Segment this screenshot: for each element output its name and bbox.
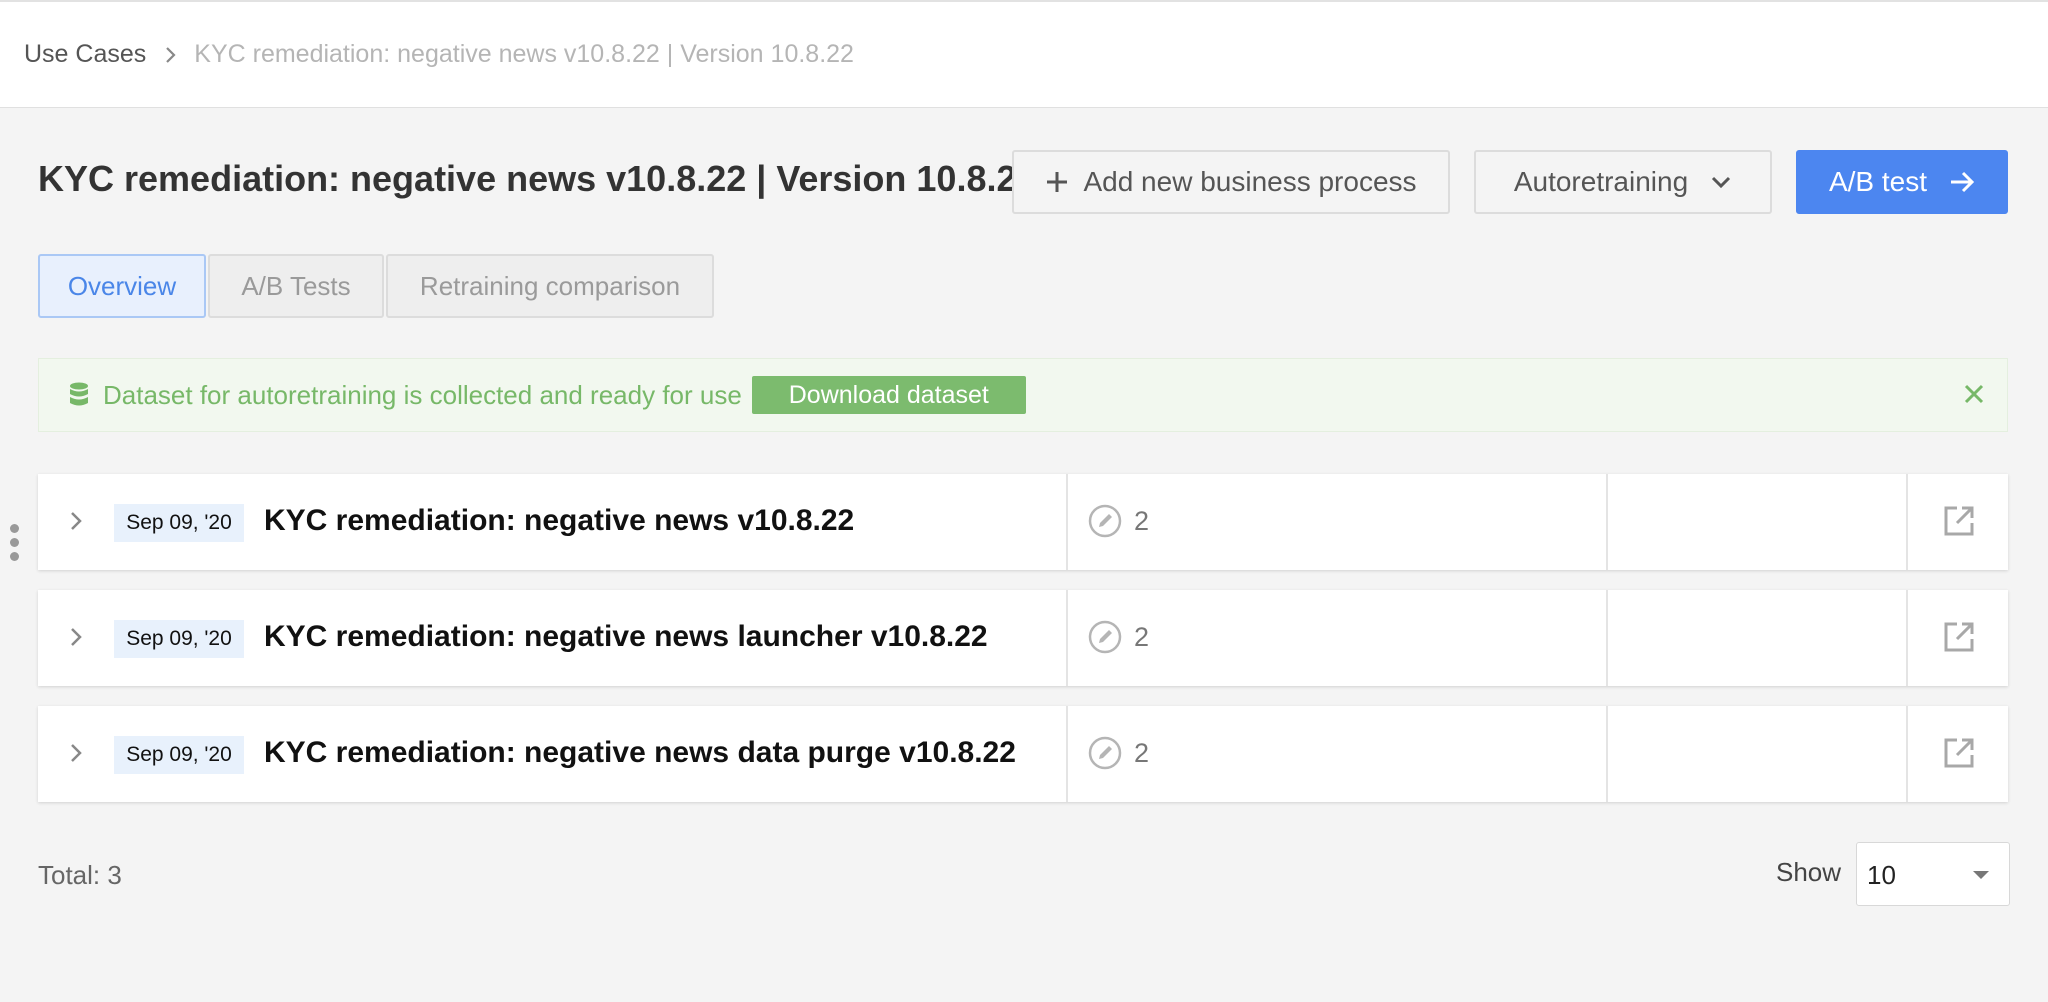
page-size-select[interactable]: 10 (1856, 842, 2010, 906)
row-date-badge: Sep 09, '20 (114, 620, 244, 658)
tab-bar: Overview A/B Tests Retraining comparison (38, 254, 716, 318)
edit-pencil-icon (1088, 504, 1122, 538)
column-divider (1606, 474, 1608, 570)
table-row: Sep 09, '20 KYC remediation: negative ne… (38, 590, 2008, 686)
column-divider (1906, 706, 1908, 802)
total-count: Total: 3 (38, 860, 122, 890)
row-date-badge: Sep 09, '20 (114, 504, 244, 542)
row-count: 2 (1134, 622, 1150, 652)
breadcrumb-current: KYC remediation: negative news v10.8.22 … (194, 40, 854, 68)
business-process-list: Sep 09, '20 KYC remediation: negative ne… (38, 474, 2008, 822)
column-divider (1066, 590, 1068, 686)
expand-chevron-icon[interactable] (66, 508, 86, 534)
edit-pencil-icon (1088, 736, 1122, 770)
external-link-icon[interactable] (1942, 504, 1976, 538)
column-divider (1906, 590, 1908, 686)
external-link-icon[interactable] (1942, 736, 1976, 770)
column-divider (1906, 474, 1908, 570)
add-business-process-button[interactable]: Add new business process (1012, 150, 1450, 214)
column-divider (1066, 706, 1068, 802)
ab-test-label: A/B test (1828, 166, 1928, 197)
download-dataset-button[interactable]: Download dataset (751, 376, 1026, 414)
table-row: Sep 09, '20 KYC remediation: negative ne… (38, 474, 2008, 570)
tab-overview[interactable]: Overview (38, 254, 206, 318)
page-title: KYC remediation: negative news v10.8.22 … (38, 158, 1037, 199)
column-divider (1066, 474, 1068, 570)
row-process-name[interactable]: KYC remediation: negative news launcher … (264, 620, 988, 654)
dataset-ready-alert: Dataset for autoretraining is collected … (38, 358, 2008, 432)
row-count: 2 (1134, 506, 1150, 536)
autoretraining-label: Autoretraining (1513, 166, 1689, 197)
top-bar: Use Cases KYC remediation: negative news… (0, 0, 2048, 108)
breadcrumb-use-cases-link[interactable]: Use Cases (24, 40, 146, 69)
column-divider (1606, 590, 1608, 686)
chevron-right-icon (156, 41, 184, 69)
expand-chevron-icon[interactable] (66, 740, 86, 766)
database-icon (69, 382, 89, 408)
page-size-value: 10 (1867, 860, 1896, 890)
show-label: Show (1776, 857, 1842, 887)
tab-ab-tests[interactable]: A/B Tests (208, 254, 384, 318)
add-business-process-label: Add new business process (1083, 166, 1417, 197)
caret-down-icon (1973, 871, 1989, 879)
chevron-down-icon (1710, 171, 1732, 193)
column-divider (1606, 706, 1608, 802)
ab-test-button[interactable]: A/B test (1796, 150, 2008, 214)
external-link-icon[interactable] (1942, 620, 1976, 654)
row-process-name[interactable]: KYC remediation: negative news v10.8.22 (264, 504, 854, 538)
table-row: Sep 09, '20 KYC remediation: negative ne… (38, 706, 2008, 802)
autoretraining-dropdown[interactable]: Autoretraining (1474, 150, 1772, 214)
expand-chevron-icon[interactable] (66, 624, 86, 650)
row-date-badge: Sep 09, '20 (114, 736, 244, 774)
alert-message: Dataset for autoretraining is collected … (103, 379, 742, 410)
close-icon[interactable] (1963, 383, 1985, 405)
breadcrumb: Use Cases KYC remediation: negative news… (24, 40, 854, 69)
arrow-right-icon (1949, 169, 1975, 195)
row-menu-dots-icon[interactable] (10, 524, 22, 566)
edit-pencil-icon (1088, 620, 1122, 654)
row-count: 2 (1134, 738, 1150, 768)
tab-retraining-comparison[interactable]: Retraining comparison (386, 254, 714, 318)
row-process-name[interactable]: KYC remediation: negative news data purg… (264, 736, 1016, 770)
plus-icon (1045, 170, 1069, 194)
